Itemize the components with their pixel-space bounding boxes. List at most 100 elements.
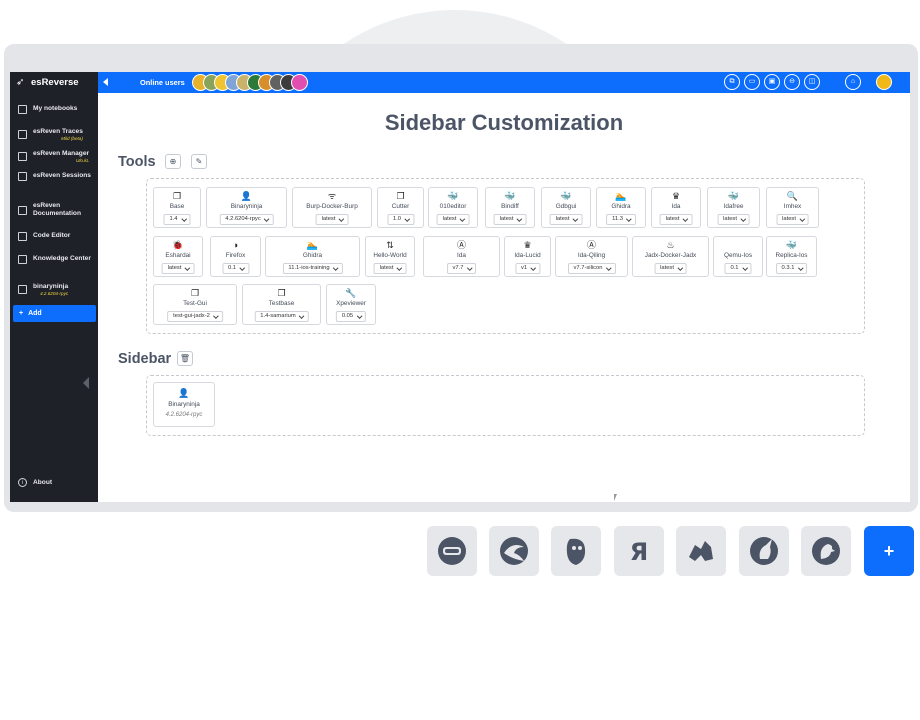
delete-icon[interactable]: 🗑 (177, 351, 193, 366)
tool-version-select[interactable]: 11.3 (606, 214, 636, 225)
collapse-sidebar-icon[interactable] (103, 78, 108, 86)
tool-card[interactable]: ♨ Jadx-Docker-Jadx latest (632, 236, 709, 277)
tool-card[interactable]: 🐞 Eshardai latest (153, 236, 203, 277)
tool-version-select[interactable]: latest (315, 214, 349, 225)
unicorn-logo-icon[interactable] (739, 526, 789, 576)
tool-card[interactable]: ❐ Base 1.4 (153, 187, 201, 228)
tool-version-select[interactable]: latest (493, 214, 527, 225)
wrench-icon: 🔧 (345, 288, 357, 298)
sidebar-item-label: esReven Sessions (33, 172, 91, 180)
tool-version-select[interactable]: 1.4 (163, 214, 191, 225)
tool-version-select[interactable]: latest (373, 263, 407, 274)
tool-version-select[interactable]: latest (659, 214, 693, 225)
tool-version-select[interactable]: latest (161, 263, 195, 274)
sidebar-collapse-handle-icon[interactable] (83, 377, 89, 389)
pirate-logo-icon[interactable] (551, 526, 601, 576)
tool-card[interactable]: ❐ Testbase 1.4-samarium (242, 284, 321, 325)
sidebar-item-sublabel: Ulo.kL (76, 158, 90, 164)
tool-card[interactable]: 🐳 010editor latest (428, 187, 478, 228)
docker-icon: 🐳 (504, 191, 516, 201)
minus-icon[interactable]: ⊖ (784, 74, 800, 90)
radare-logo-icon[interactable]: Я (614, 526, 664, 576)
tool-version-select[interactable]: 1.0 (386, 214, 415, 225)
sort-icon: ⇅ (386, 240, 394, 250)
tool-name: Ghidra (302, 252, 323, 259)
app-name: esReverse (31, 77, 79, 88)
dragon-logo-icon[interactable] (489, 526, 539, 576)
add-tool-icon[interactable]: ⊕ (165, 154, 181, 169)
tool-card[interactable]: ❐ Cutter 1.0 (377, 187, 424, 228)
tool-card[interactable]: ◑ Firefox 0.1 (210, 236, 261, 277)
sidebar-item[interactable]: esReven Manager Ulo.kL (14, 150, 96, 163)
app-logo[interactable]: ➶ esReverse (10, 72, 98, 93)
screenshot-icon[interactable]: ▣ (764, 74, 780, 90)
sidebar-item[interactable]: esReven Traces Mild (beta) (14, 128, 96, 141)
keyboard-icon[interactable]: ▭ (744, 74, 760, 90)
tool-name: Jadx-Docker-Jadx (644, 252, 697, 259)
tool-version-select[interactable]: 4.2.6204-rpyc (219, 214, 274, 225)
tool-version-select[interactable]: test-gui-jadx-2 (167, 311, 223, 322)
tool-card[interactable]: Ⓐ Ida-Qiling v7.7-silicon (555, 236, 628, 277)
tool-name: Test-Gui (183, 300, 207, 307)
tool-name: Cutter (391, 203, 410, 210)
tool-card[interactable]: 🔍 Imhex latest (766, 187, 819, 228)
tool-name: Imhex (783, 203, 802, 210)
tool-version-select[interactable]: v1 (514, 263, 541, 274)
about-link[interactable]: i About (18, 478, 52, 487)
tool-version-select[interactable]: 11.1-ios-training (282, 263, 343, 274)
tool-version-select[interactable]: latest (717, 214, 750, 225)
user-avatar[interactable] (876, 74, 892, 90)
tool-version-select[interactable]: v7.7-silicon (567, 263, 616, 274)
sidebar-item[interactable]: Knowledge Center (14, 255, 96, 264)
tool-card[interactable]: ❐ Test-Gui test-gui-jadx-2 (153, 284, 237, 325)
online-user-avatar[interactable] (291, 74, 308, 91)
tool-version-select[interactable]: latest (776, 214, 809, 225)
tool-card[interactable]: 🏊 Ghidra 11.3 (596, 187, 646, 228)
tool-card[interactable]: ♛ Ida latest (651, 187, 701, 228)
tool-version-select[interactable]: latest (436, 214, 470, 225)
sidebar-item[interactable]: esReven Sessions (14, 172, 96, 181)
tool-version-select[interactable]: latest (654, 263, 687, 274)
sidebar-item[interactable]: My notebooks (14, 105, 96, 114)
base-icon: ❐ (277, 288, 286, 298)
tool-card[interactable]: Ⓐ Ida v7.7 (423, 236, 500, 277)
tool-card[interactable]: 🐳 Gdbgui latest (541, 187, 591, 228)
sidebar-tool-card[interactable]: 👤 Binaryninja 4.2.6204-rpyc (153, 382, 215, 427)
tool-card[interactable]: ᯤ Burp-Docker-Burp latest (292, 187, 372, 228)
tool-card[interactable]: 🐳 Bindiff latest (485, 187, 535, 228)
share-icon[interactable]: ⧉ (724, 74, 740, 90)
tool-card[interactable]: 🐳 Idafree latest (707, 187, 760, 228)
tool-name: Binaryninja (230, 203, 263, 210)
tool-card[interactable]: ♛ Ida-Lucid v1 (504, 236, 551, 277)
binaryninja-icon (18, 285, 27, 295)
sidebar-item[interactable]: esReven Documentation (14, 202, 96, 219)
sidebar-item[interactable]: Code Editor (14, 232, 96, 241)
add-tool-button[interactable]: + Add (13, 305, 96, 322)
tool-card[interactable]: 👤 Binaryninja 4.2.6204-rpyc (206, 187, 287, 228)
tool-card[interactable]: 🏊 Ghidra 11.1-ios-training (265, 236, 360, 277)
add-logo-button[interactable]: + (864, 526, 914, 576)
top-bar: Online users ⧉ ▭ ▣ ⊖ ◫ ⌂ (10, 72, 910, 93)
bird-logo-icon[interactable] (801, 526, 851, 576)
layout-icon[interactable]: ◫ (804, 74, 820, 90)
tool-card[interactable]: ⇅ Hello-World latest (365, 236, 415, 277)
tool-version-select[interactable]: 1.4-samarium (254, 311, 309, 322)
tool-version-select[interactable]: 0.05 (335, 311, 367, 322)
tool-name: Replica-Ios (775, 252, 808, 259)
binaryninja-icon: 👤 (240, 191, 253, 201)
tool-version-select[interactable]: latest (549, 214, 583, 225)
tool-version-select[interactable]: v7.7 (446, 263, 477, 274)
sidebar-item[interactable]: binaryninja 4.2.6204-rpyc (14, 283, 96, 296)
edit-tools-icon[interactable]: ✎ (191, 154, 207, 169)
tool-card[interactable]: Qemu-Ios 0.1 (713, 236, 763, 277)
tool-version-select[interactable]: 0.1 (724, 263, 752, 274)
lion-logo-icon[interactable] (676, 526, 726, 576)
tool-version-select[interactable]: 0.3.1 (775, 263, 808, 274)
tool-version-select[interactable]: 0.1 (221, 263, 250, 274)
tool-card[interactable]: 🔧 Xpeviewer 0.05 (326, 284, 376, 325)
svg-text:Я: Я (630, 538, 648, 566)
home-icon[interactable]: ⌂ (845, 74, 861, 90)
tool-card[interactable]: 🐳 Replica-Ios 0.3.1 (766, 236, 817, 277)
tool-name: Hello-World (373, 252, 407, 259)
ida-logo-icon[interactable] (427, 526, 477, 576)
